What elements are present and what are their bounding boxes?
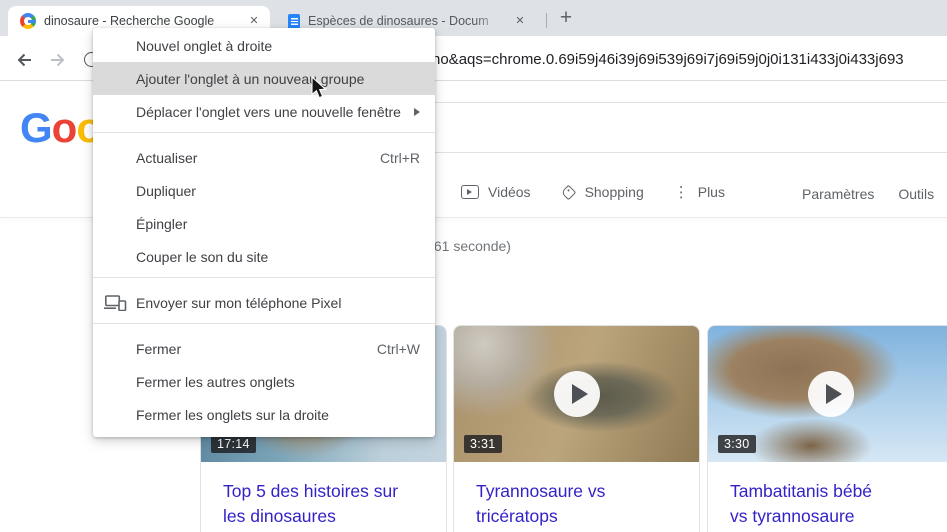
menu-item-new-tab-right[interactable]: Nouvel onglet à droite bbox=[93, 29, 435, 62]
menu-item-label: Dupliquer bbox=[136, 182, 196, 199]
docs-favicon-icon bbox=[288, 13, 300, 29]
tab-close-icon[interactable]: ✕ bbox=[246, 13, 262, 29]
menu-item-label: Ajouter l'onglet à un nouveau groupe bbox=[136, 70, 365, 87]
nav-tools[interactable]: Outils bbox=[898, 186, 934, 202]
duration-badge: 3:30 bbox=[718, 435, 756, 453]
tab-close-icon[interactable]: ✕ bbox=[512, 13, 528, 29]
video-title-line: Tyrannosaure vs bbox=[476, 481, 606, 501]
menu-item-label: Fermer les onglets sur la droite bbox=[136, 406, 329, 423]
menu-item-move-tab-to-window[interactable]: Déplacer l'onglet vers une nouvelle fenê… bbox=[93, 95, 435, 128]
menu-item-mute-site[interactable]: Couper le son du site bbox=[93, 240, 435, 273]
logo-letter: o bbox=[51, 104, 78, 151]
menu-item-label: Déplacer l'onglet vers une nouvelle fenê… bbox=[136, 103, 401, 120]
menu-item-label: Couper le son du site bbox=[136, 248, 269, 265]
menu-item-label: Épingler bbox=[136, 215, 188, 232]
menu-item-send-to-pixel[interactable]: Envoyer sur mon téléphone Pixel bbox=[93, 286, 435, 319]
menu-item-label: Envoyer sur mon téléphone Pixel bbox=[136, 294, 342, 311]
play-icon bbox=[571, 384, 588, 404]
menu-item-label: Fermer les autres onglets bbox=[136, 373, 295, 390]
send-to-device-icon bbox=[104, 295, 127, 311]
forward-icon[interactable] bbox=[48, 50, 68, 70]
video-thumbnail[interactable]: 3:30 bbox=[708, 326, 947, 462]
tab-context-menu: Nouvel onglet à droite Ajouter l'onglet … bbox=[93, 28, 435, 437]
result-stats: ,61 seconde) bbox=[430, 238, 511, 254]
menu-item-close-other-tabs[interactable]: Fermer les autres onglets bbox=[93, 365, 435, 398]
tab-title: Espèces de dinosaures - Docum bbox=[308, 14, 489, 28]
menu-item-label: Nouvel onglet à droite bbox=[136, 37, 273, 54]
video-title-link[interactable]: Top 5 des histoires sur les dinosaures bbox=[201, 462, 446, 529]
tag-icon bbox=[560, 184, 576, 200]
video-title-line: Tambatitanis bébé bbox=[730, 481, 873, 501]
nav-settings[interactable]: Paramètres bbox=[802, 186, 874, 202]
duration-badge: 17:14 bbox=[211, 435, 256, 453]
submenu-arrow-icon bbox=[414, 107, 420, 116]
menu-item-label: Actualiser bbox=[136, 149, 198, 166]
video-title-line: Top 5 des histoires sur bbox=[223, 481, 399, 501]
tab-title: dinosaure - Recherche Google bbox=[44, 14, 215, 28]
logo-letter: G bbox=[20, 104, 53, 151]
menu-item-add-tab-to-group[interactable]: Ajouter l'onglet à un nouveau groupe bbox=[93, 62, 435, 95]
video-title-link[interactable]: Tyrannosaure vs tricératops bbox=[454, 462, 699, 529]
play-button[interactable] bbox=[807, 371, 854, 417]
nav-label: Vidéos bbox=[488, 184, 531, 200]
nav-label: Plus bbox=[697, 184, 725, 200]
menu-item-pin[interactable]: Épingler bbox=[93, 207, 435, 240]
results-nav: Vidéos Shopping ⋮ Plus bbox=[461, 184, 725, 200]
menu-shortcut: Ctrl+W bbox=[376, 340, 420, 357]
menu-separator bbox=[93, 277, 435, 278]
nav-tab-shopping[interactable]: Shopping bbox=[560, 184, 644, 200]
menu-item-duplicate[interactable]: Dupliquer bbox=[93, 174, 435, 207]
mouse-cursor-icon bbox=[311, 76, 327, 99]
back-icon[interactable] bbox=[14, 50, 34, 70]
video-title-link[interactable]: Tambatitanis bébé vs tyrannosaure bbox=[708, 462, 947, 529]
menu-item-close-tabs-to-right[interactable]: Fermer les onglets sur la droite bbox=[93, 398, 435, 431]
google-favicon-icon bbox=[20, 13, 36, 29]
video-title-line: tricératops bbox=[476, 506, 558, 526]
new-tab-button[interactable]: + bbox=[553, 5, 579, 31]
tab-separator bbox=[546, 13, 547, 28]
video-thumbnail[interactable]: 3:31 bbox=[454, 326, 699, 462]
video-icon bbox=[461, 185, 479, 199]
menu-separator bbox=[93, 323, 435, 324]
video-card[interactable]: 3:31 Tyrannosaure vs tricératops bbox=[453, 325, 700, 532]
more-vert-icon: ⋮ bbox=[673, 183, 689, 201]
menu-item-close[interactable]: Fermer Ctrl+W bbox=[93, 332, 435, 365]
play-icon bbox=[825, 384, 842, 404]
results-nav-right: Paramètres Outils bbox=[802, 186, 934, 202]
menu-item-label: Fermer bbox=[136, 340, 182, 357]
browser-window: dinosaure - Recherche Google ✕ Espèces d… bbox=[0, 0, 947, 532]
menu-item-reload[interactable]: Actualiser Ctrl+R bbox=[93, 141, 435, 174]
address-bar-url[interactable]: no&aqs=chrome.0.69i59j46i39j69i539j69i7j… bbox=[432, 51, 947, 68]
nav-tab-videos[interactable]: Vidéos bbox=[461, 184, 531, 200]
nav-tab-plus[interactable]: ⋮ Plus bbox=[674, 184, 725, 200]
play-button[interactable] bbox=[553, 371, 600, 417]
menu-shortcut: Ctrl+R bbox=[379, 149, 420, 166]
menu-separator bbox=[93, 132, 435, 133]
video-card[interactable]: 3:30 Tambatitanis bébé vs tyrannosaure bbox=[707, 325, 947, 532]
video-title-line: les dinosaures bbox=[223, 506, 336, 526]
video-title-line: vs tyrannosaure bbox=[730, 506, 855, 526]
nav-label: Shopping bbox=[584, 184, 644, 200]
duration-badge: 3:31 bbox=[464, 435, 502, 453]
